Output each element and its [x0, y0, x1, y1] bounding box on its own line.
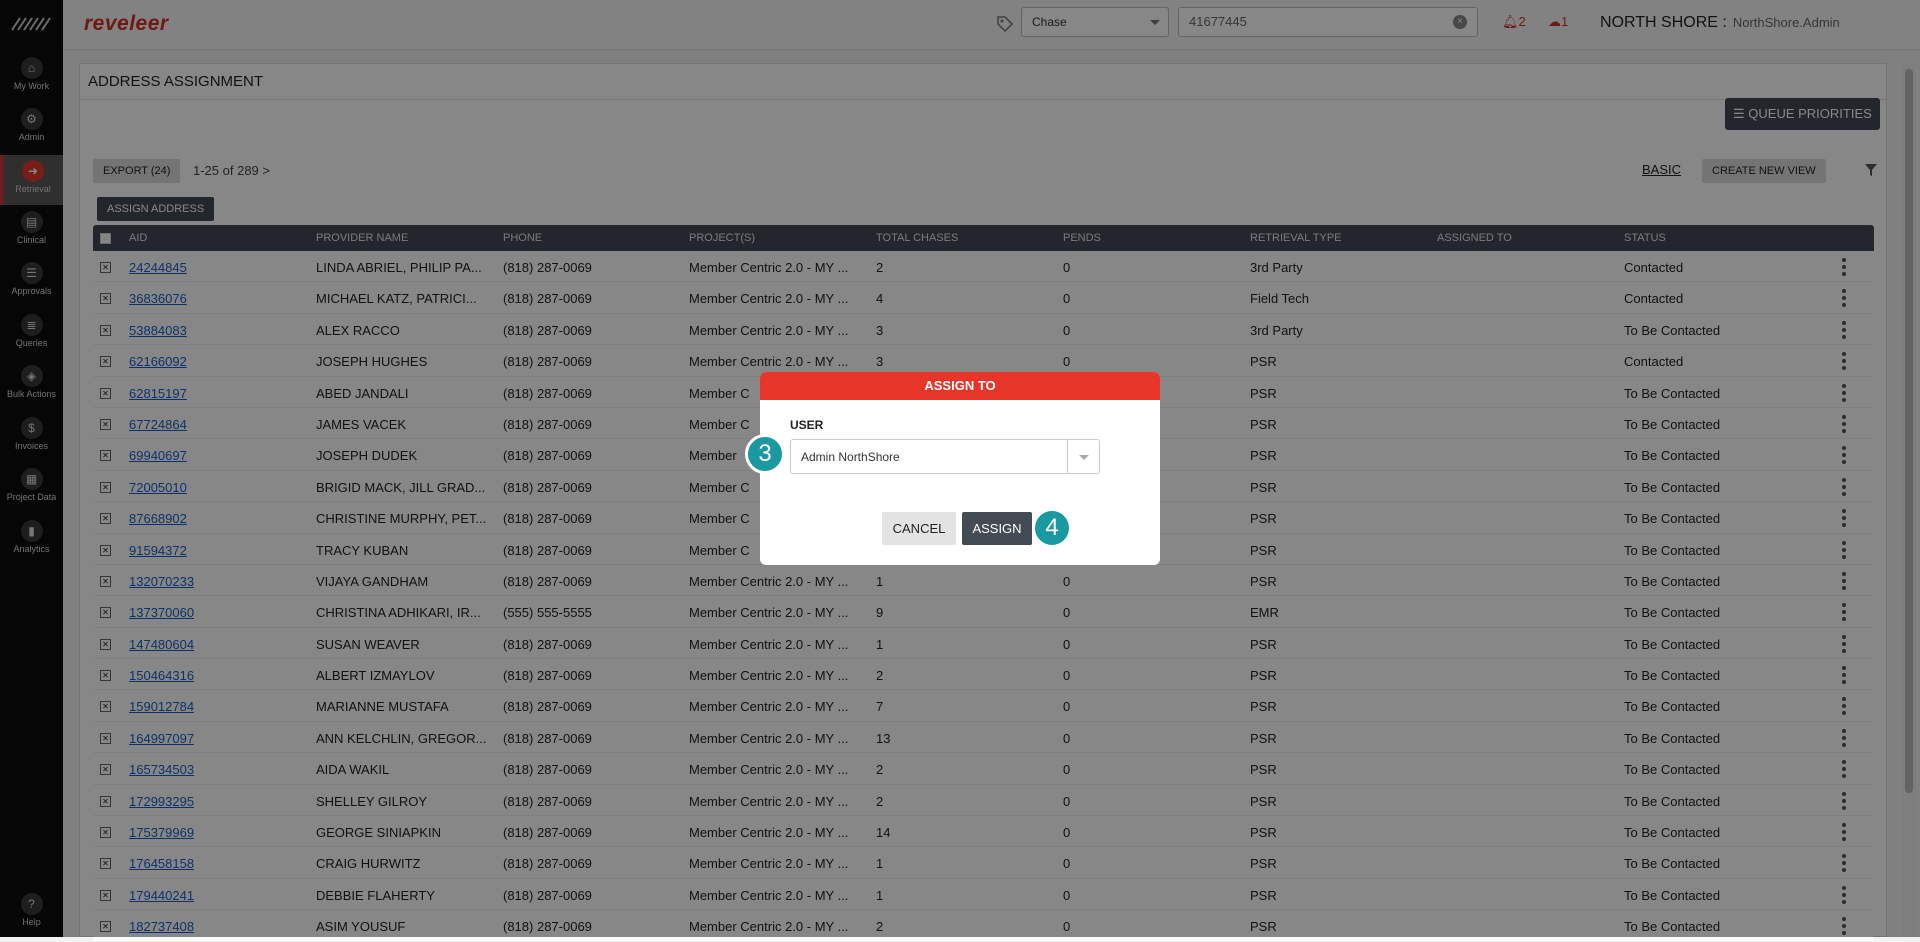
step-badge-3: 3: [745, 434, 785, 474]
assign-button[interactable]: ASSIGN: [962, 512, 1032, 545]
cancel-button[interactable]: CANCEL: [882, 512, 956, 545]
step-badge-4: 4: [1032, 508, 1072, 548]
user-select[interactable]: Admin NorthShore: [790, 439, 1100, 474]
dialog-title: ASSIGN TO: [760, 372, 1160, 400]
chevron-down-icon[interactable]: [1067, 440, 1099, 473]
assign-to-dialog: ASSIGN TO USER Admin NorthShore CANCEL A…: [760, 372, 1160, 565]
user-label: USER: [790, 418, 824, 432]
user-select-value: Admin NorthShore: [801, 450, 900, 464]
